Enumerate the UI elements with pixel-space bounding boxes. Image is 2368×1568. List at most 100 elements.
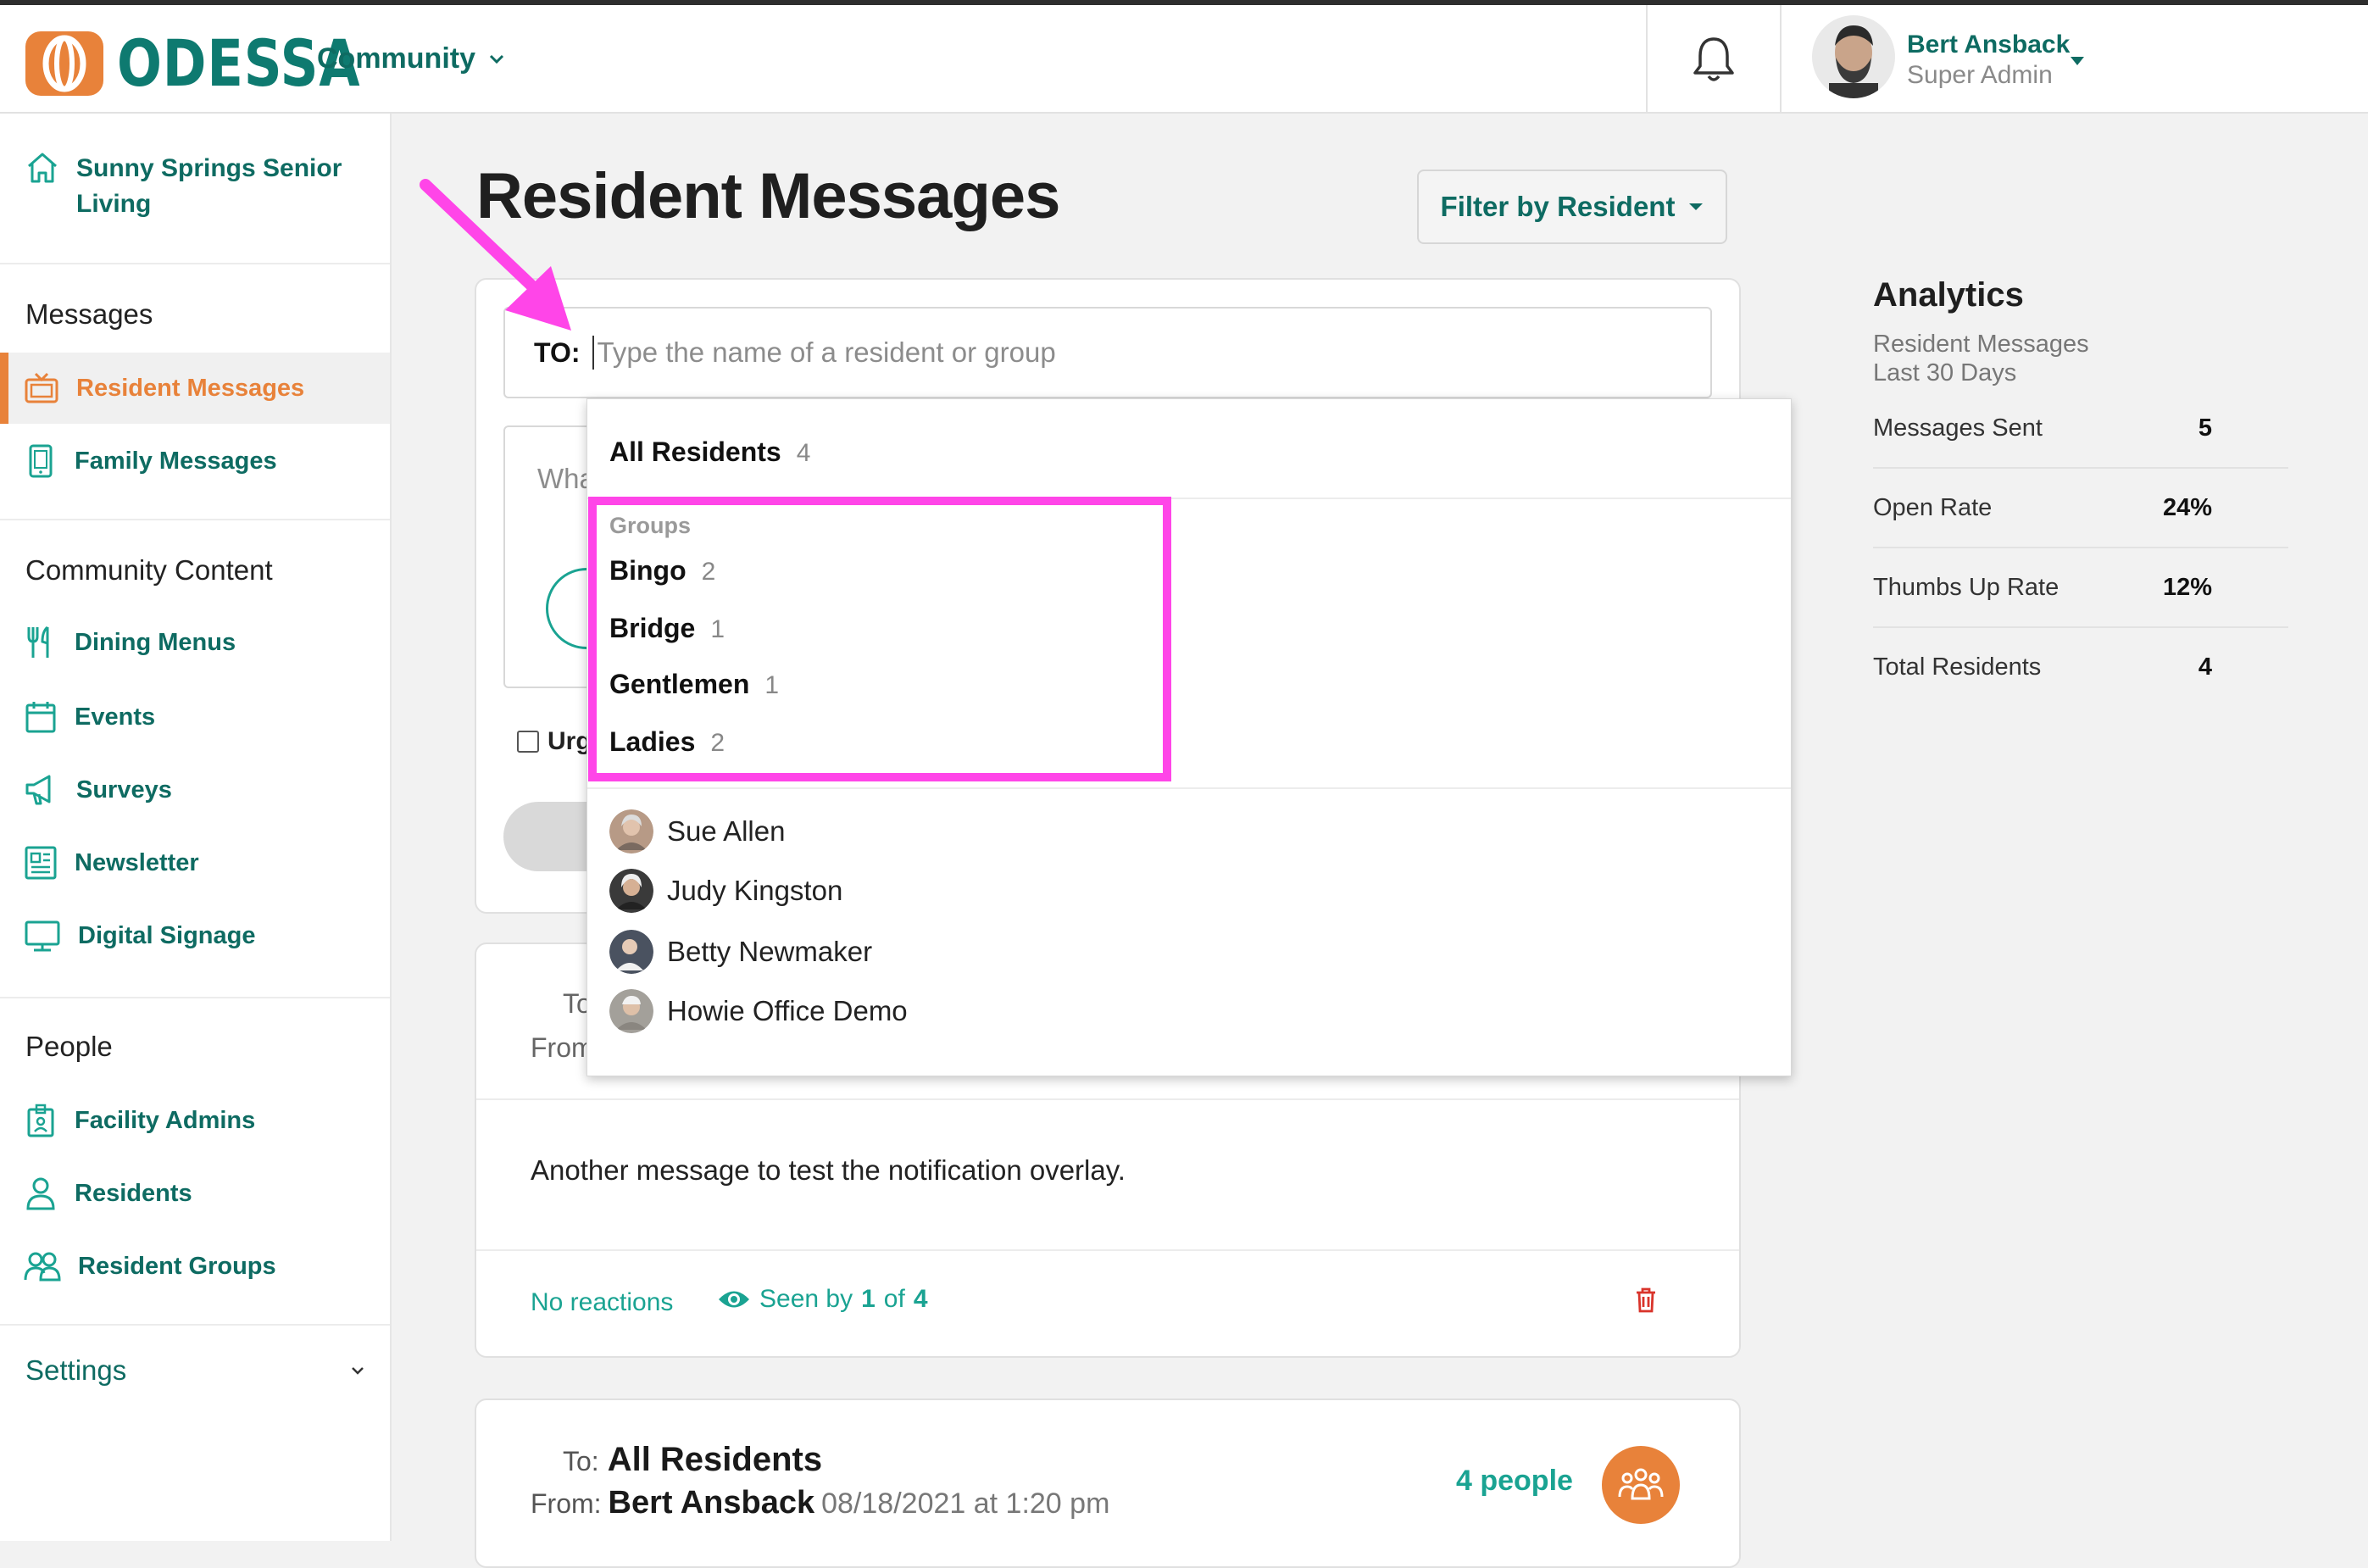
group-avatar xyxy=(1602,1446,1680,1524)
eye-icon xyxy=(719,1291,749,1308)
resident-name: Sue Allen xyxy=(667,815,786,847)
seen-count: 1 xyxy=(861,1285,875,1313)
dropdown-option-resident[interactable]: Howie Office Demo xyxy=(609,989,908,1033)
sidebar-item-events[interactable]: Events xyxy=(0,681,390,753)
analytics-value: 4 xyxy=(2198,653,2212,681)
resident-name: Howie Office Demo xyxy=(667,995,908,1026)
sidebar-divider xyxy=(0,1324,390,1326)
sidebar: Sunny Springs Senior Living Messages Res… xyxy=(0,114,392,1541)
dropdown-option-all-residents[interactable]: All Residents 4 xyxy=(609,436,810,468)
from-sender: Bert Ansback xyxy=(608,1485,815,1521)
resident-avatar-icon xyxy=(609,989,653,1033)
sidebar-item-label: Events xyxy=(75,703,156,731)
tv-icon xyxy=(25,372,58,403)
resident-avatar-icon xyxy=(609,869,653,913)
analytics-subtitle-line: Resident Messages xyxy=(1873,331,2089,358)
dropdown-option-resident[interactable]: Sue Allen xyxy=(609,809,785,854)
analytics-title: Analytics xyxy=(1873,276,2024,314)
resident-name: Judy Kingston xyxy=(667,875,843,906)
person-icon xyxy=(26,1177,55,1210)
sidebar-item-label: Facility Admins xyxy=(75,1106,256,1134)
megaphone-icon xyxy=(25,775,51,805)
user-role: Super Admin xyxy=(1907,61,2053,89)
seen-by-link[interactable]: Seen by 1 of 4 xyxy=(717,1285,928,1314)
fork-knife-icon xyxy=(27,626,49,658)
recipient-count[interactable]: 4 people xyxy=(1456,1465,1573,1498)
newsletter-icon xyxy=(25,846,57,880)
notifications-button[interactable] xyxy=(1687,32,1741,91)
analytics-panel: Analytics Resident Messages Last 30 Days… xyxy=(1873,276,2288,706)
sidebar-item-label: Surveys xyxy=(76,776,172,803)
seen-of: of xyxy=(883,1285,905,1313)
analytics-label: Open Rate xyxy=(1873,493,1993,521)
analytics-row: Total Residents 4 xyxy=(1873,628,2288,706)
user-photo-icon xyxy=(1812,15,1895,98)
seen-total: 4 xyxy=(913,1285,928,1313)
group-icon xyxy=(1618,1468,1664,1500)
sidebar-item-label: Family Messages xyxy=(75,447,277,475)
annotation-arrow-icon xyxy=(420,179,571,331)
sidebar-item-label: Resident Messages xyxy=(76,374,305,402)
sidebar-item-dining-menus[interactable]: Dining Menus xyxy=(0,607,390,678)
recipient-field[interactable]: TO: xyxy=(503,307,1712,398)
analytics-value: 24% xyxy=(2162,493,2212,521)
message-from: From: Bert Ansback 08/18/2021 at 1:20 pm xyxy=(531,1485,1109,1521)
community-menu-label: Community xyxy=(317,42,475,75)
dropdown-option-resident[interactable]: Judy Kingston xyxy=(609,869,842,913)
sidebar-item-resident-messages[interactable]: Resident Messages xyxy=(0,353,390,424)
user-name[interactable]: Bert Ansback xyxy=(1907,31,2070,59)
sidebar-item-residents[interactable]: Residents xyxy=(0,1158,390,1229)
chevron-down-icon xyxy=(489,54,504,64)
analytics-subtitle-line: Last 30 Days xyxy=(1873,359,2017,386)
sidebar-item-label: Newsletter xyxy=(75,848,199,876)
sidebar-item-family-messages[interactable]: Family Messages xyxy=(0,425,390,497)
calendar-icon xyxy=(25,702,56,733)
groups-highlight-box xyxy=(588,497,1171,781)
card-divider xyxy=(476,1249,1739,1251)
analytics-subtitle: Resident Messages Last 30 Days xyxy=(1873,330,2288,387)
sidebar-item-resident-groups[interactable]: Resident Groups xyxy=(0,1231,390,1302)
dropdown-option-resident[interactable]: Betty Newmaker xyxy=(609,930,872,974)
user-avatar[interactable] xyxy=(1812,15,1895,98)
sidebar-item-label: Residents xyxy=(75,1179,192,1207)
badge-icon xyxy=(27,1104,54,1137)
filter-button-label: Filter by Resident xyxy=(1440,191,1676,222)
top-header: ODESSA Community Bert Ansback Super Admi… xyxy=(0,5,2368,114)
filter-by-resident-button[interactable]: Filter by Resident xyxy=(1417,170,1727,244)
sidebar-item-newsletter[interactable]: Newsletter xyxy=(0,827,390,898)
sidebar-item-digital-signage[interactable]: Digital Signage xyxy=(0,900,390,971)
resident-name: Betty Newmaker xyxy=(667,936,873,967)
facility-link[interactable]: Sunny Springs Senior Living xyxy=(25,151,364,222)
odessa-logo-icon xyxy=(25,31,103,96)
header-divider xyxy=(1780,5,1782,114)
sidebar-item-facility-admins[interactable]: Facility Admins xyxy=(0,1085,390,1156)
bell-icon xyxy=(1693,37,1734,81)
checkbox-square[interactable] xyxy=(517,731,539,753)
urgent-label: Urg xyxy=(548,727,592,755)
section-title-content: Community Content xyxy=(25,554,273,586)
home-icon xyxy=(28,153,57,183)
resident-avatar-icon xyxy=(609,809,653,854)
trash-icon[interactable] xyxy=(1634,1287,1658,1314)
analytics-label: Thumbs Up Rate xyxy=(1873,573,2059,601)
sidebar-item-surveys[interactable]: Surveys xyxy=(0,754,390,826)
option-label: All Residents xyxy=(609,436,781,467)
caret-down-icon[interactable] xyxy=(2070,56,2085,66)
to-label: To: xyxy=(563,1446,599,1476)
sidebar-divider xyxy=(0,263,390,264)
to-recipient: All Residents xyxy=(607,1441,823,1478)
sidebar-settings-toggle[interactable]: Settings xyxy=(25,1354,364,1387)
reactions-link[interactable]: No reactions xyxy=(531,1288,673,1317)
monitor-icon xyxy=(25,920,60,952)
community-menu[interactable]: Community xyxy=(317,42,504,75)
recipient-search-input[interactable] xyxy=(592,336,1616,370)
message-timestamp: 08/18/2021 at 1:20 pm xyxy=(821,1487,1110,1520)
analytics-row: Messages Sent 5 xyxy=(1873,389,2288,469)
header-divider xyxy=(1646,5,1648,114)
urgent-checkbox[interactable]: Urg xyxy=(517,727,592,756)
sidebar-item-label: Resident Groups xyxy=(78,1252,276,1280)
seen-prefix: Seen by xyxy=(759,1285,853,1313)
message-from-label: From xyxy=(531,1032,594,1063)
sidebar-divider xyxy=(0,519,390,520)
facility-name: Sunny Springs Senior Living xyxy=(76,154,342,218)
